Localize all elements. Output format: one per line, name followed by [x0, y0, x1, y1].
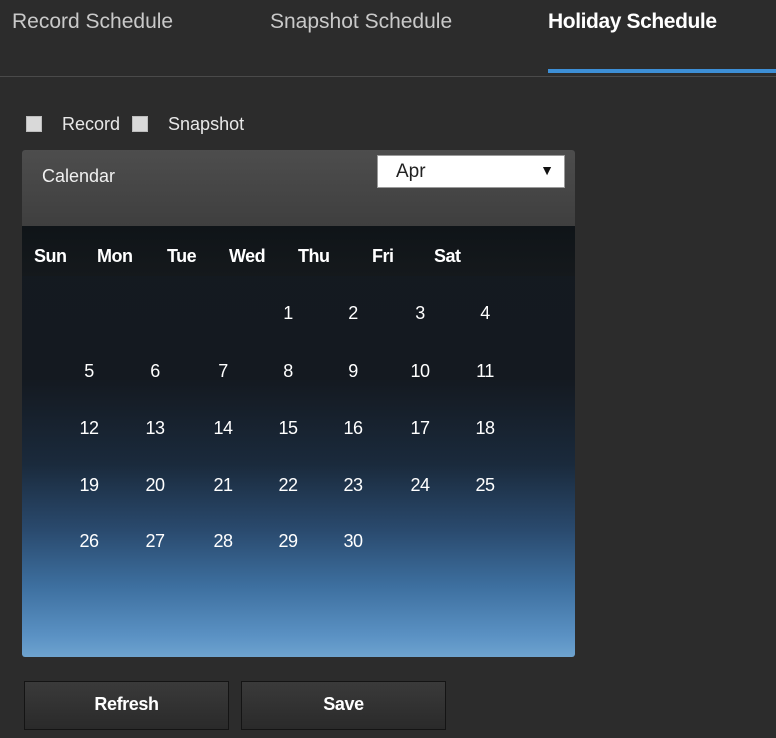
- calendar-day[interactable]: 3: [400, 303, 440, 324]
- weekday-sat: Sat: [434, 246, 461, 266]
- tab-holiday-schedule[interactable]: Holiday Schedule: [548, 10, 717, 34]
- calendar-day[interactable]: 18: [465, 418, 505, 439]
- calendar-day[interactable]: 8: [268, 361, 308, 382]
- calendar-day[interactable]: 30: [333, 531, 373, 552]
- weekday-tue: Tue: [167, 246, 197, 266]
- snapshot-checkbox-label: Snapshot: [168, 113, 245, 134]
- calendar-day[interactable]: 14: [203, 418, 243, 439]
- record-checkbox-label: Record: [62, 113, 121, 134]
- tab-snapshot-schedule[interactable]: Snapshot Schedule: [270, 10, 452, 34]
- calendar-day[interactable]: 23: [333, 475, 373, 496]
- calendar-day[interactable]: 16: [333, 418, 373, 439]
- schedule-tabs: Record Schedule Snapshot Schedule Holida…: [0, 0, 776, 77]
- weekday-mon: Mon: [97, 246, 133, 266]
- calendar-day[interactable]: 2: [333, 303, 373, 324]
- holiday-schedule-page: Record Schedule Snapshot Schedule Holida…: [0, 0, 776, 738]
- checkbox-row: Record Snapshot: [26, 112, 256, 136]
- active-tab-indicator: [548, 69, 776, 73]
- calendar-day[interactable]: 17: [400, 418, 440, 439]
- calendar-day[interactable]: 6: [135, 361, 175, 382]
- calendar-day[interactable]: 24: [400, 475, 440, 496]
- calendar-day[interactable]: 25: [465, 475, 505, 496]
- calendar-day[interactable]: 9: [333, 361, 373, 382]
- calendar-day[interactable]: 7: [203, 361, 243, 382]
- calendar-day[interactable]: 11: [465, 361, 505, 382]
- record-checkbox[interactable]: [26, 116, 42, 132]
- calendar-day[interactable]: 19: [69, 475, 109, 496]
- weekday-header-row: Sun Mon Tue Wed Thu Fri Sat: [22, 226, 575, 276]
- calendar-day[interactable]: 21: [203, 475, 243, 496]
- month-select[interactable]: Apr ▼: [377, 155, 565, 188]
- weekday-thu: Thu: [298, 246, 330, 266]
- month-select-value: Apr: [396, 161, 426, 182]
- tab-record-schedule[interactable]: Record Schedule: [12, 10, 173, 34]
- calendar-day[interactable]: 5: [69, 361, 109, 382]
- calendar-day[interactable]: 28: [203, 531, 243, 552]
- calendar-title: Calendar: [42, 166, 116, 186]
- calendar-day[interactable]: 22: [268, 475, 308, 496]
- weekday-wed: Wed: [229, 246, 266, 266]
- calendar-day[interactable]: 12: [69, 418, 109, 439]
- weekday-sun: Sun: [34, 246, 67, 266]
- calendar-day[interactable]: 20: [135, 475, 175, 496]
- save-button[interactable]: Save: [241, 681, 446, 730]
- calendar-panel: Calendar Apr ▼ Sun Mon Tue Wed Thu Fri S…: [22, 150, 575, 657]
- weekday-fri: Fri: [372, 246, 394, 266]
- calendar-day[interactable]: 13: [135, 418, 175, 439]
- calendar-day[interactable]: 4: [465, 303, 505, 324]
- calendar-day[interactable]: 1: [268, 303, 308, 324]
- snapshot-checkbox[interactable]: [132, 116, 149, 132]
- dropdown-arrow-icon: ▼: [540, 162, 554, 178]
- calendar-day[interactable]: 26: [69, 531, 109, 552]
- calendar-day[interactable]: 10: [400, 361, 440, 382]
- calendar-day[interactable]: 27: [135, 531, 175, 552]
- refresh-button[interactable]: Refresh: [24, 681, 229, 730]
- calendar-day[interactable]: 15: [268, 418, 308, 439]
- calendar-header: Calendar Apr ▼: [22, 150, 575, 226]
- calendar-day[interactable]: 29: [268, 531, 308, 552]
